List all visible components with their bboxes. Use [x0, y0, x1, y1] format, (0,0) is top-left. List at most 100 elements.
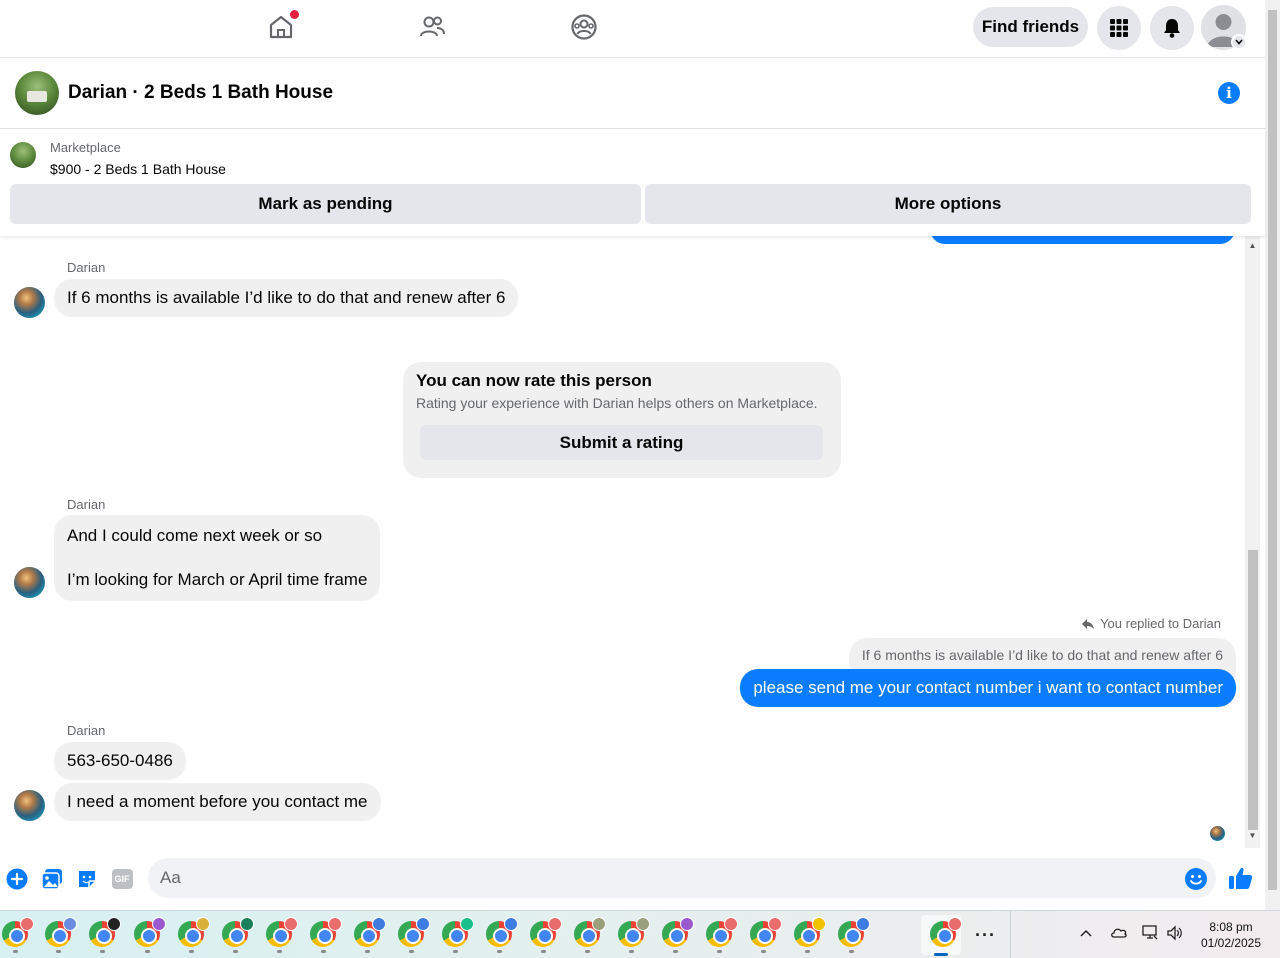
outgoing-message-partial	[930, 236, 1235, 244]
chrome-profile-icon[interactable]	[574, 917, 606, 953]
chevron-up-icon[interactable]	[1080, 925, 1092, 941]
chrome-profile-icon[interactable]	[310, 917, 342, 953]
chrome-profile-icon[interactable]	[178, 917, 210, 953]
chevron-down-icon[interactable]	[1231, 34, 1247, 50]
chrome-profile-icon[interactable]	[45, 917, 77, 953]
profile-badge-icon	[812, 917, 826, 931]
find-friends-button[interactable]: Find friends	[973, 7, 1088, 47]
info-icon[interactable]: i	[1218, 82, 1240, 104]
running-indicator	[409, 950, 414, 953]
more-options-button[interactable]: More options	[645, 184, 1251, 224]
gif-label: GIF	[111, 869, 133, 889]
active-app-indicator	[934, 953, 948, 956]
reply-note-text: You replied to Darian	[1100, 616, 1221, 631]
mark-as-pending-button[interactable]: Mark as pending	[10, 184, 641, 224]
profile-badge-icon	[328, 917, 342, 931]
marketplace-label: Marketplace	[50, 140, 121, 155]
message-line: I’m looking for March or April time fram…	[67, 570, 368, 589]
chrome-profile-icon[interactable]	[134, 917, 166, 953]
groups-icon[interactable]	[569, 12, 599, 42]
photo-icon[interactable]	[41, 868, 63, 890]
top-navigation: Find friends	[0, 0, 1265, 58]
running-indicator	[277, 950, 282, 953]
sender-name: Darian	[67, 260, 106, 275]
running-indicator	[145, 950, 150, 953]
more-apps-icon[interactable]: ···	[975, 925, 996, 946]
chrome-profile-icon[interactable]	[794, 917, 826, 953]
cloud-icon[interactable]	[1110, 925, 1128, 941]
chat-title[interactable]: Darian · 2 Beds 1 Bath House	[68, 82, 333, 104]
home-icon[interactable]	[266, 10, 299, 42]
chrome-profile-icon[interactable]	[266, 917, 298, 953]
sender-name: Darian	[67, 497, 106, 512]
message-input[interactable]	[148, 858, 1216, 898]
chrome-profile-icon[interactable]	[930, 917, 962, 949]
chrome-profile-icon[interactable]	[662, 917, 694, 953]
grid-icon	[1110, 19, 1128, 37]
running-indicator	[673, 950, 678, 953]
speaker-icon[interactable]	[1166, 925, 1184, 944]
incoming-message[interactable]: If 6 months is available I’d like to do …	[54, 279, 519, 317]
rating-subtitle: Rating your experience with Darian helps…	[416, 395, 818, 411]
network-icon[interactable]	[1141, 925, 1159, 944]
profile-badge-icon	[63, 917, 77, 931]
chrome-profile-icon[interactable]	[486, 917, 518, 953]
listing-thumbnail[interactable]	[10, 142, 36, 168]
scroll-down-icon[interactable]: ▼	[1245, 828, 1260, 842]
emoji-icon[interactable]	[1185, 868, 1207, 890]
running-indicator	[805, 950, 810, 953]
chrome-profile-icon[interactable]	[89, 917, 121, 953]
incoming-message-multiline[interactable]: And I could come next week or so I’m loo…	[54, 515, 381, 601]
profile-badge-icon	[768, 917, 782, 931]
running-indicator	[56, 950, 61, 953]
running-indicator	[629, 950, 634, 953]
message-list: Darian If 6 months is available I’d like…	[0, 236, 1245, 848]
chrome-profile-icon[interactable]	[838, 917, 870, 953]
chrome-profile-icon[interactable]	[354, 917, 386, 953]
friends-icon[interactable]	[417, 12, 447, 42]
thumbs-up-icon[interactable]	[1228, 865, 1254, 891]
profile-badge-icon	[460, 917, 474, 931]
chrome-profile-icon[interactable]	[618, 917, 650, 953]
incoming-message[interactable]: I need a moment before you contact me	[54, 783, 381, 821]
sender-avatar[interactable]	[14, 790, 45, 821]
scroll-up-icon[interactable]: ▲	[1245, 238, 1260, 252]
sender-avatar[interactable]	[14, 287, 45, 318]
running-indicator	[541, 950, 546, 953]
clock-date: 01/02/2025	[1200, 936, 1262, 950]
profile-badge-icon	[504, 917, 518, 931]
profile-badge-icon	[680, 917, 694, 931]
sticker-icon[interactable]	[76, 868, 98, 890]
outgoing-message[interactable]: please send me your contact number i wan…	[740, 669, 1236, 707]
listing-title[interactable]: $900 - 2 Beds 1 Bath House	[50, 161, 226, 177]
chrome-profile-icon[interactable]	[2, 917, 34, 953]
plus-circle-icon[interactable]	[6, 868, 28, 890]
menu-grid-button[interactable]	[1097, 6, 1141, 50]
running-indicator	[849, 950, 854, 953]
submit-rating-button[interactable]: Submit a rating	[420, 425, 823, 460]
notifications-button[interactable]	[1150, 6, 1194, 50]
sender-avatar[interactable]	[14, 567, 45, 598]
chrome-profile-icon[interactable]	[398, 917, 430, 953]
system-clock[interactable]: 8:08 pm 01/02/2025	[1196, 919, 1266, 951]
reply-note: You replied to Darian	[1081, 616, 1221, 631]
chrome-profile-icon[interactable]	[750, 917, 782, 953]
listing-avatar[interactable]	[15, 71, 59, 115]
profile-badge-icon	[856, 917, 870, 931]
marketplace-listing-bar: Marketplace $900 - 2 Beds 1 Bath House M…	[0, 129, 1265, 236]
chrome-profile-icon[interactable]	[706, 917, 738, 953]
gif-icon[interactable]: GIF	[111, 868, 133, 890]
chrome-profile-icon[interactable]	[530, 917, 562, 953]
running-indicator	[497, 950, 502, 953]
message-scroll-thumb[interactable]	[1248, 550, 1258, 830]
chrome-profile-icon[interactable]	[222, 917, 254, 953]
incoming-message[interactable]: 563-650-0486	[54, 742, 186, 780]
page-scroll-thumb[interactable]	[1268, 10, 1277, 890]
running-indicator	[321, 950, 326, 953]
windows-taskbar: ··· 8:08 pm 01/02/2025	[0, 910, 1280, 958]
reply-icon	[1082, 618, 1095, 629]
chrome-profile-icon[interactable]	[442, 917, 474, 953]
seen-indicator-avatar	[1210, 826, 1225, 841]
running-indicator	[233, 950, 238, 953]
notification-dot	[290, 10, 299, 19]
